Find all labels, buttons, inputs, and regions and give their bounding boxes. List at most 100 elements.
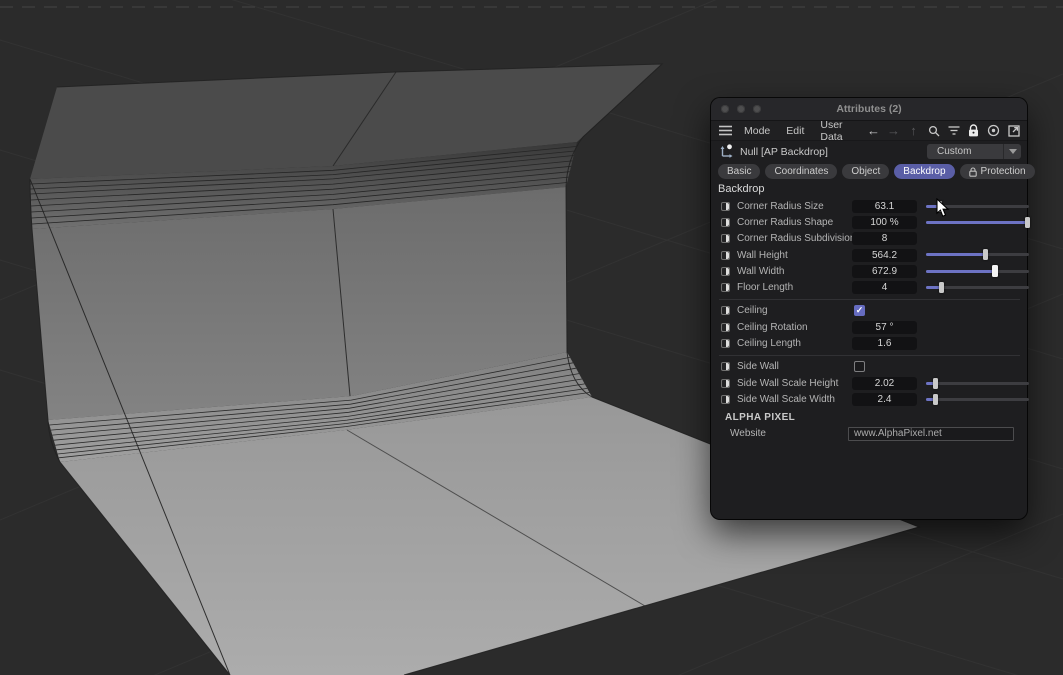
value-field[interactable]: 63.1 bbox=[852, 200, 917, 213]
animatable-param-icon[interactable] bbox=[721, 251, 730, 260]
vendor-heading: ALPHA PIXEL bbox=[711, 410, 1027, 426]
slider-handle[interactable] bbox=[983, 249, 988, 260]
animatable-param-icon[interactable] bbox=[721, 218, 730, 227]
group-divider bbox=[719, 355, 1020, 356]
param-label: Ceiling Length bbox=[737, 338, 801, 349]
param-label: Corner Radius Size bbox=[737, 201, 824, 212]
param-label: Side Wall Scale Width bbox=[737, 394, 835, 405]
zoom-window-button[interactable] bbox=[753, 105, 761, 113]
param-row: Ceiling✓ bbox=[718, 303, 1021, 319]
param-label: Corner Radius Shape bbox=[737, 217, 833, 228]
value-field[interactable]: 672.9 bbox=[852, 265, 917, 278]
param-label: Wall Height bbox=[737, 250, 788, 261]
slider-fill bbox=[926, 270, 994, 273]
animatable-param-icon[interactable] bbox=[721, 395, 730, 404]
tab-label: Backdrop bbox=[903, 166, 945, 177]
panel-titlebar[interactable]: Attributes (2) bbox=[711, 98, 1027, 121]
param-row: Side Wall Scale Width 2.4 bbox=[718, 391, 1021, 407]
value-field[interactable]: 2.02 bbox=[852, 377, 917, 390]
slider-track[interactable] bbox=[926, 398, 1029, 401]
group-divider bbox=[719, 299, 1020, 300]
vendor-website-row: Website www.AlphaPixel.net bbox=[711, 426, 1027, 442]
animatable-param-icon[interactable] bbox=[721, 323, 730, 332]
menubar-icons: ← → ↑ bbox=[867, 124, 1020, 138]
param-row: Floor Length 4 bbox=[718, 279, 1021, 295]
animatable-param-icon[interactable] bbox=[721, 379, 730, 388]
tab-label: Protection bbox=[981, 166, 1026, 177]
section-header-backdrop[interactable]: Backdrop bbox=[711, 181, 1027, 197]
param-slider[interactable] bbox=[926, 217, 1029, 228]
param-label: Side Wall Scale Height bbox=[737, 378, 838, 389]
tab-coordinates[interactable]: Coordinates bbox=[765, 164, 837, 179]
value-field[interactable]: 57 ° bbox=[852, 321, 917, 334]
lock-outline-icon bbox=[969, 167, 977, 177]
preset-dropdown[interactable]: Custom bbox=[927, 144, 1021, 159]
website-label: Website bbox=[730, 428, 766, 439]
menu-user-data[interactable]: User Data bbox=[820, 119, 851, 143]
param-slider[interactable] bbox=[926, 249, 1029, 260]
tab-protection[interactable]: Protection bbox=[960, 164, 1035, 179]
animatable-param-icon[interactable] bbox=[721, 339, 730, 348]
slider-handle[interactable] bbox=[1025, 217, 1030, 228]
value-field[interactable]: 1.6 bbox=[852, 337, 917, 350]
animatable-param-icon[interactable] bbox=[721, 234, 730, 243]
value-field[interactable]: 2.4 bbox=[852, 393, 917, 406]
tab-backdrop[interactable]: Backdrop bbox=[894, 164, 954, 179]
attributes-panel: Attributes (2) Mode Edit User Data ← → ↑ bbox=[711, 98, 1027, 519]
window-controls bbox=[721, 105, 761, 113]
value-field[interactable]: 8 bbox=[852, 232, 917, 245]
slider-handle[interactable] bbox=[939, 282, 944, 293]
tab-label: Coordinates bbox=[774, 166, 828, 177]
checkbox-unchecked[interactable] bbox=[854, 361, 865, 372]
value-field[interactable]: 564.2 bbox=[852, 249, 917, 262]
chevron-down-icon bbox=[1003, 144, 1021, 159]
animatable-param-icon[interactable] bbox=[721, 267, 730, 276]
slider-fill bbox=[926, 221, 1027, 224]
back-arrow-icon[interactable]: ← bbox=[867, 124, 880, 138]
object-header-row: Null [AP Backdrop] Custom bbox=[711, 141, 1027, 162]
panel-menubar: Mode Edit User Data ← → ↑ bbox=[711, 121, 1027, 141]
null-object-icon bbox=[719, 143, 734, 161]
param-slider[interactable] bbox=[926, 266, 1029, 277]
param-slider[interactable] bbox=[926, 282, 1029, 293]
object-name: Null [AP Backdrop] bbox=[740, 146, 828, 158]
lock-icon[interactable] bbox=[967, 124, 980, 138]
record-target-icon[interactable] bbox=[987, 124, 1000, 138]
param-row: Corner Radius Size 63.1 bbox=[718, 198, 1021, 214]
animatable-param-icon[interactable] bbox=[721, 362, 730, 371]
parameters: Corner Radius Size 63.1 Corner Radius Shap… bbox=[711, 197, 1027, 408]
value-field[interactable]: 4 bbox=[852, 281, 917, 294]
website-field[interactable]: www.AlphaPixel.net bbox=[848, 427, 1014, 441]
param-row: Ceiling Length 1.6 bbox=[718, 335, 1021, 351]
param-slider[interactable] bbox=[926, 378, 1029, 389]
animatable-param-icon[interactable] bbox=[721, 306, 730, 315]
minimize-window-button[interactable] bbox=[737, 105, 745, 113]
preset-dropdown-value: Custom bbox=[927, 146, 1003, 157]
forward-arrow-icon[interactable]: → bbox=[887, 124, 900, 138]
search-icon[interactable] bbox=[927, 124, 940, 138]
slider-handle[interactable] bbox=[933, 378, 938, 389]
close-window-button[interactable] bbox=[721, 105, 729, 113]
animatable-param-icon[interactable] bbox=[721, 283, 730, 292]
param-label: Ceiling Rotation bbox=[737, 322, 808, 333]
animatable-param-icon[interactable] bbox=[721, 202, 730, 211]
new-window-icon[interactable] bbox=[1007, 124, 1020, 138]
tab-bar: Basic Coordinates Object Backdrop Protection bbox=[711, 162, 1027, 181]
param-label: Side Wall bbox=[737, 361, 779, 372]
value-field[interactable]: 100 % bbox=[852, 216, 917, 229]
param-slider[interactable] bbox=[926, 394, 1029, 405]
param-label: Floor Length bbox=[737, 282, 793, 293]
param-row: Side Wall Scale Height 2.02 bbox=[718, 375, 1021, 391]
menu-mode[interactable]: Mode bbox=[744, 125, 770, 137]
tab-basic[interactable]: Basic bbox=[718, 164, 760, 179]
hamburger-menu-icon[interactable] bbox=[719, 125, 732, 136]
slider-handle[interactable] bbox=[933, 394, 938, 405]
slider-track[interactable] bbox=[926, 382, 1029, 385]
param-row: Wall Width672.9 bbox=[718, 263, 1021, 279]
slider-handle[interactable] bbox=[992, 265, 998, 277]
up-arrow-icon[interactable]: ↑ bbox=[907, 124, 920, 138]
filter-icon[interactable] bbox=[947, 124, 960, 138]
menu-edit[interactable]: Edit bbox=[786, 125, 804, 137]
tab-object[interactable]: Object bbox=[842, 164, 889, 179]
checkbox-checked[interactable]: ✓ bbox=[854, 305, 865, 316]
